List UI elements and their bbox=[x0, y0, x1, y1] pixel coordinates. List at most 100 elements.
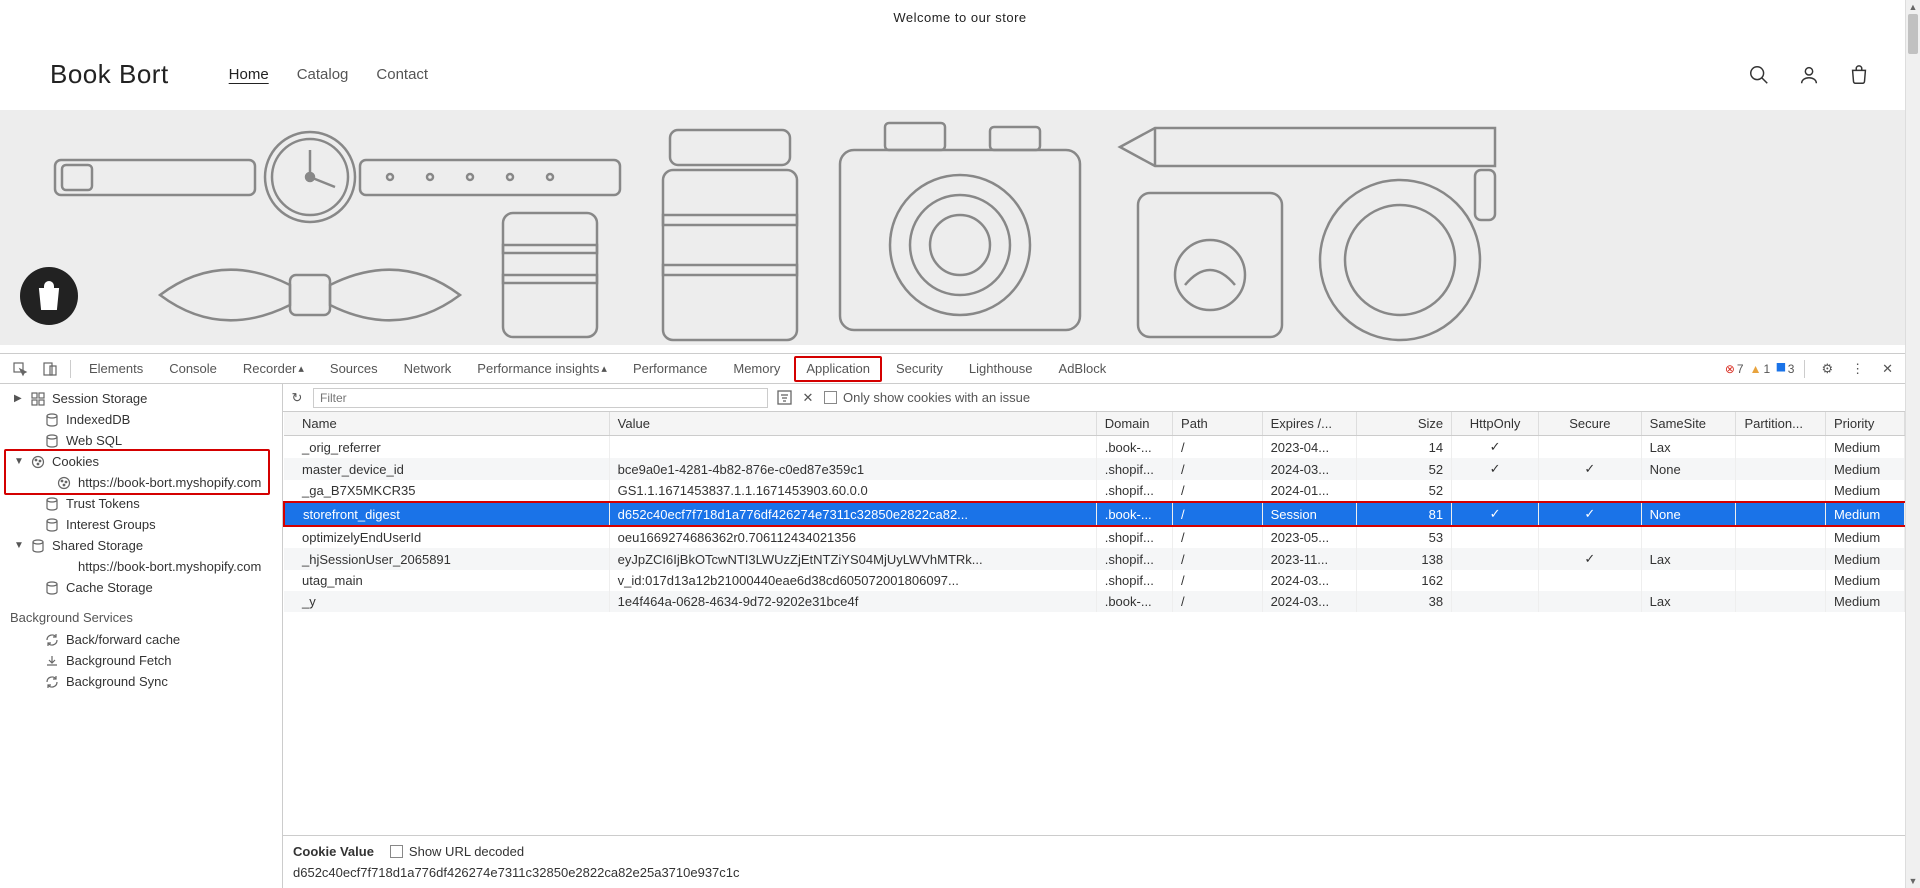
sidebar-item[interactable]: IndexedDB bbox=[0, 409, 282, 430]
flask-icon: ▴ bbox=[298, 362, 304, 375]
tab-performance[interactable]: Performance bbox=[621, 354, 719, 383]
sidebar-item[interactable]: Cache Storage bbox=[0, 577, 282, 598]
sidebar-item[interactable]: ▼Cookies bbox=[0, 451, 282, 472]
application-sidebar: ▶Session StorageIndexedDBWeb SQL▼Cookies… bbox=[0, 384, 283, 888]
cookie-detail: Cookie Value Show URL decoded d652c40ecf… bbox=[283, 835, 1905, 888]
column-header[interactable]: Path bbox=[1173, 412, 1263, 436]
sidebar-item[interactable]: ▶Session Storage bbox=[0, 388, 282, 409]
passport-illustration bbox=[1130, 185, 1290, 345]
cart-icon[interactable] bbox=[1848, 64, 1870, 86]
tab-security[interactable]: Security bbox=[884, 354, 955, 383]
show-decoded-checkbox[interactable]: Show URL decoded bbox=[390, 844, 524, 859]
tab-application[interactable]: Application bbox=[794, 356, 882, 382]
tab-recorder-label: Recorder bbox=[243, 361, 296, 376]
sidebar-item[interactable]: ▼Shared Storage bbox=[0, 535, 282, 556]
column-header[interactable]: Priority bbox=[1825, 412, 1904, 436]
cookies-table[interactable]: NameValueDomainPathExpires /...SizeHttpO… bbox=[283, 412, 1905, 835]
lens-small-illustration bbox=[495, 205, 605, 345]
scroll-down-icon[interactable]: ▼ bbox=[1906, 876, 1920, 886]
nav-home[interactable]: Home bbox=[229, 66, 269, 83]
column-header[interactable]: SameSite bbox=[1641, 412, 1736, 436]
cookie-value-label: Cookie Value bbox=[293, 844, 374, 859]
cookie-value-text[interactable]: d652c40ecf7f718d1a776df426274e7311c32850… bbox=[293, 865, 1895, 880]
inspect-element-icon[interactable] bbox=[6, 354, 34, 383]
site-logo[interactable]: Book Bort bbox=[50, 59, 169, 90]
tab-network[interactable]: Network bbox=[392, 354, 464, 383]
sidebar-item[interactable]: Background Sync bbox=[0, 671, 282, 692]
table-row[interactable]: utag_mainv_id:017d13a12b21000440eae6d38c… bbox=[284, 570, 1905, 591]
column-header[interactable]: Domain bbox=[1096, 412, 1172, 436]
sidebar-item[interactable]: https://book-bort.myshopify.com bbox=[0, 556, 282, 577]
error-count[interactable]: ⊗7 bbox=[1725, 362, 1744, 376]
close-devtools-icon[interactable]: ✕ bbox=[1876, 361, 1899, 377]
column-header[interactable]: Expires /... bbox=[1262, 412, 1357, 436]
more-icon[interactable]: ⋮ bbox=[1845, 361, 1870, 377]
sidebar-heading-bg: Background Services bbox=[0, 598, 282, 629]
tab-pi-label: Performance insights bbox=[477, 361, 599, 376]
info-count[interactable]: ⯀3 bbox=[1776, 361, 1794, 376]
column-header[interactable]: Name bbox=[284, 412, 609, 436]
warning-count[interactable]: ▲1 bbox=[1750, 362, 1771, 376]
tab-sources[interactable]: Sources bbox=[318, 354, 390, 383]
table-row[interactable]: _orig_referrer.book-.../2023-04...14✓Lax… bbox=[284, 436, 1905, 459]
flask-icon: ▴ bbox=[601, 362, 607, 375]
refresh-icon[interactable]: ↻ bbox=[289, 390, 305, 406]
sidebar-item[interactable]: Back/forward cache bbox=[0, 629, 282, 650]
tab-adblock[interactable]: AdBlock bbox=[1047, 354, 1119, 383]
settings-icon[interactable]: ⚙ bbox=[1815, 361, 1839, 377]
magnifier-illustration bbox=[1300, 165, 1520, 345]
header-icons bbox=[1748, 64, 1870, 86]
tab-lighthouse[interactable]: Lighthouse bbox=[957, 354, 1045, 383]
filter-input[interactable] bbox=[313, 388, 768, 408]
sidebar-item[interactable]: https://book-bort.myshopify.com bbox=[0, 472, 282, 493]
site-page: Welcome to our store Book Bort Home Cata… bbox=[0, 0, 1920, 353]
site-header: Book Bort Home Catalog Contact bbox=[0, 29, 1920, 110]
show-decoded-label: Show URL decoded bbox=[409, 844, 524, 859]
device-toolbar-icon[interactable] bbox=[36, 354, 64, 383]
clear-all-icon[interactable]: ✕ bbox=[800, 390, 816, 406]
table-row[interactable]: _ga_B7X5MKCR35GS1.1.1671453837.1.1.16714… bbox=[284, 480, 1905, 502]
table-row[interactable]: _hjSessionUser_2065891eyJpZCI6IjBkOTcwNT… bbox=[284, 548, 1905, 570]
shopify-badge[interactable] bbox=[20, 267, 78, 325]
scrollbar-thumb[interactable] bbox=[1908, 14, 1918, 54]
only-issues-checkbox[interactable]: Only show cookies with an issue bbox=[824, 390, 1030, 405]
tab-elements[interactable]: Elements bbox=[77, 354, 155, 383]
table-row[interactable]: _y1e4f464a-0628-4634-9d72-9202e31bce4f.b… bbox=[284, 591, 1905, 612]
scroll-up-icon[interactable]: ▲ bbox=[1906, 2, 1920, 12]
hero-banner bbox=[0, 110, 1920, 345]
nav-contact[interactable]: Contact bbox=[376, 66, 428, 83]
nav-catalog[interactable]: Catalog bbox=[297, 66, 349, 83]
tab-console[interactable]: Console bbox=[157, 354, 229, 383]
devtools-panel: Elements Console Recorder▴ Sources Netwo… bbox=[0, 353, 1905, 888]
column-header[interactable]: Size bbox=[1357, 412, 1452, 436]
table-row[interactable]: master_device_idbce9a0e1-4281-4b82-876e-… bbox=[284, 458, 1905, 480]
table-row[interactable]: optimizelyEndUserIdoeu1669274686362r0.70… bbox=[284, 526, 1905, 548]
bowtie-illustration bbox=[140, 245, 480, 345]
search-icon[interactable] bbox=[1748, 64, 1770, 86]
lens-large-illustration bbox=[655, 125, 805, 345]
camera-illustration bbox=[830, 115, 1090, 345]
column-header[interactable]: Secure bbox=[1539, 412, 1642, 436]
announcement-bar: Welcome to our store bbox=[0, 0, 1920, 29]
only-issues-label: Only show cookies with an issue bbox=[843, 390, 1030, 405]
cookies-main: ↻ ✕ Only show cookies with an issue Name… bbox=[283, 384, 1905, 888]
sidebar-item[interactable]: Web SQL bbox=[0, 430, 282, 451]
sidebar-item[interactable]: Trust Tokens bbox=[0, 493, 282, 514]
sidebar-item[interactable]: Interest Groups bbox=[0, 514, 282, 535]
sidebar-item[interactable]: Background Fetch bbox=[0, 650, 282, 671]
checkbox-icon bbox=[390, 845, 403, 858]
checkbox-icon bbox=[824, 391, 837, 404]
page-scrollbar[interactable]: ▲ ▼ bbox=[1905, 0, 1920, 888]
column-header[interactable]: Value bbox=[609, 412, 1096, 436]
tab-recorder[interactable]: Recorder▴ bbox=[231, 354, 316, 383]
shopify-bag-icon bbox=[34, 279, 64, 313]
clear-filter-icon[interactable] bbox=[776, 390, 792, 406]
account-icon[interactable] bbox=[1798, 64, 1820, 86]
tab-performance-insights[interactable]: Performance insights▴ bbox=[465, 354, 619, 383]
cookies-toolbar: ↻ ✕ Only show cookies with an issue bbox=[283, 384, 1905, 412]
column-header[interactable]: Partition... bbox=[1736, 412, 1826, 436]
main-nav: Home Catalog Contact bbox=[229, 66, 428, 83]
tab-memory[interactable]: Memory bbox=[721, 354, 792, 383]
table-row[interactable]: storefront_digestd652c40ecf7f718d1a776df… bbox=[284, 502, 1905, 526]
column-header[interactable]: HttpOnly bbox=[1452, 412, 1539, 436]
